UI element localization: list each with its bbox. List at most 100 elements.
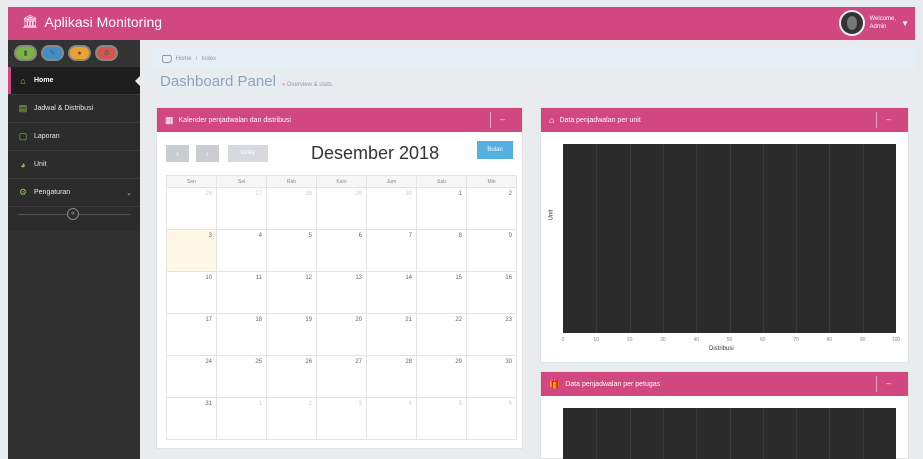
calendar-week-row: 17 18 19 20 21 22 23 [166, 313, 517, 356]
chart-gridline [662, 408, 664, 459]
chevron-down-icon: ⌄ [126, 189, 132, 197]
calendar-day-cell[interactable]: 11 [216, 271, 267, 314]
calendar-day-cell[interactable]: 30 [366, 187, 417, 230]
sidebar-item-laporan[interactable]: ▢ Laporan [8, 123, 140, 151]
chart-x-tick-label: 50 [726, 337, 733, 343]
calendar-day-cell[interactable]: 29 [316, 187, 367, 230]
breadcrumb-home-link[interactable]: Home [176, 56, 192, 62]
sidebar-item-jadwal[interactable]: ▤ Jadwal & Distribusi [8, 95, 140, 123]
calendar-day-cell[interactable]: 14 [366, 271, 417, 314]
chart-gridline [829, 408, 831, 459]
calendar-day-cell[interactable]: 1 [216, 397, 267, 440]
collapse-widget-button[interactable]: – [490, 112, 514, 128]
sidebar-filler [8, 231, 140, 459]
calendar-day-cell[interactable]: 30 [466, 355, 517, 398]
calendar-day-cell[interactable]: 17 [166, 313, 217, 356]
gift-icon: 🎁 [549, 378, 561, 389]
calendar-week-row: 26 27 28 29 30 1 2 [166, 187, 517, 230]
calendar-day-cell[interactable]: 2 [266, 397, 317, 440]
calendar-grid: Sen Sel Rab Kam Jum Sab Min 26 27 28 29 30 1 2 3 4 5 6 7 8… [166, 175, 517, 440]
top-navbar: 🏛 Aplikasi Monitoring Welcome, Admin ▼ [8, 7, 915, 40]
cogs-icon: ⚙ [18, 187, 28, 197]
chart-gridline [596, 408, 598, 459]
calendar-today-button[interactable]: today [228, 145, 268, 162]
calendar-day-cell[interactable]: 24 [166, 355, 217, 398]
shortcut-pencil-button[interactable]: ✎ [41, 45, 64, 61]
sidebar-item-label: Home [34, 77, 54, 84]
user-greeting: Welcome, Admin [870, 15, 897, 31]
collapse-widget-button[interactable]: – [876, 376, 900, 392]
calendar-day-cell[interactable]: 1 [416, 187, 467, 230]
calendar-day-cell[interactable]: 27 [216, 187, 267, 230]
calendar-day-cell[interactable]: 5 [416, 397, 467, 440]
calendar-day-cell[interactable]: 28 [366, 355, 417, 398]
calendar-toolbar: ‹ › today Desember 2018 Bulan [166, 141, 513, 165]
calendar-day-cell[interactable]: 27 [316, 355, 367, 398]
calendar-day-cell[interactable]: 3 [166, 229, 217, 272]
calendar-day-cell[interactable]: 8 [416, 229, 467, 272]
calendar-day-cell[interactable]: 22 [416, 313, 467, 356]
calendar-day-cell[interactable]: 18 [216, 313, 267, 356]
sidebar-shortcuts: ▮ ✎ ● ⚙ [8, 40, 140, 67]
calendar-day-cell[interactable]: 16 [466, 271, 517, 314]
calendar-day-cell[interactable]: 31 [166, 397, 217, 440]
dashboard-icon: ◕ [20, 159, 26, 170]
calendar-day-cell[interactable]: 5 [266, 229, 317, 272]
calendar-day-cell[interactable]: 20 [316, 313, 367, 356]
calendar-day-cell[interactable]: 4 [366, 397, 417, 440]
calendar-day-cell[interactable]: 29 [416, 355, 467, 398]
sidebar-item-home[interactable]: ⌂ Home [8, 67, 141, 95]
collapse-widget-button[interactable]: – [876, 112, 900, 128]
sidebar-item-pengaturan[interactable]: ⚙ Pengaturan ⌄ [8, 179, 140, 207]
app-title: Aplikasi Monitoring [44, 14, 163, 30]
chart-gridline [596, 144, 598, 333]
sidebar: ▮ ✎ ● ⚙ ⌂ Home ▤ Jadwal & Distribusi ▢ L… [8, 40, 141, 459]
calendar-month-view-button[interactable]: Bulan [477, 141, 513, 159]
calendar-day-cell[interactable]: 2 [466, 187, 517, 230]
calendar-widget: ▦ Kalender penjadwalan dan distribusi – … [156, 107, 523, 449]
calendar-weekday: Sen [166, 175, 217, 188]
caret-down-icon: ▼ [901, 18, 909, 28]
chart-gridline [729, 144, 731, 333]
calendar-day-cell[interactable]: 25 [216, 355, 267, 398]
calendar-next-button[interactable]: › [196, 145, 219, 162]
signal-icon: ▮ [23, 50, 28, 57]
calendar-day-cell[interactable]: 6 [316, 229, 367, 272]
chart-gridline [796, 408, 798, 459]
chart-xlabel: Distribusi [709, 346, 734, 352]
calendar-day-cell[interactable]: 10 [166, 271, 217, 314]
calendar-day-cell[interactable]: 19 [266, 313, 317, 356]
calendar-day-cell[interactable]: 21 [366, 313, 417, 356]
chart-ylabel: Unit [548, 209, 555, 221]
calendar-day-cell[interactable]: 7 [366, 229, 417, 272]
shortcut-cogs-button[interactable]: ⚙ [95, 45, 118, 61]
calendar-day-cell[interactable]: 15 [416, 271, 467, 314]
chart-x-tick-label: 90 [859, 337, 866, 343]
calendar-month-title: Desember 2018 [311, 143, 440, 163]
calendar-day-cell[interactable]: 26 [266, 355, 317, 398]
app-brand[interactable]: 🏛 Aplikasi Monitoring [22, 14, 162, 30]
calendar-day-cell[interactable]: 28 [266, 187, 317, 230]
calendar-day-cell[interactable]: 6 [466, 397, 517, 440]
chart-widget-unit-header: ⌂ Data penjadwalan per unit – [541, 108, 908, 132]
calendar-day-cell[interactable]: 3 [316, 397, 367, 440]
sidebar-item-label: Laporan [34, 133, 60, 140]
calendar-day-cell[interactable]: 13 [316, 271, 367, 314]
calendar-prev-button[interactable]: ‹ [166, 145, 189, 162]
chart-gridline [629, 408, 631, 459]
calendar-day-cell[interactable]: 12 [266, 271, 317, 314]
collapse-sidebar-button[interactable]: « [67, 208, 79, 220]
calendar-day-cell[interactable]: 26 [166, 187, 217, 230]
page-subtitle: » Overview & stats [281, 82, 332, 88]
calendar-day-cell[interactable]: 9 [466, 229, 517, 272]
breadcrumb-current: Index [201, 56, 217, 62]
calendar-day-cell[interactable]: 4 [216, 229, 267, 272]
home-icon: ⌂ [549, 115, 555, 125]
shortcut-signal-button[interactable]: ▮ [14, 45, 37, 61]
calendar-day-cell[interactable]: 23 [466, 313, 517, 356]
user-menu[interactable]: Welcome, Admin ▼ [838, 10, 909, 36]
chart-widget-unit: ⌂ Data penjadwalan per unit – Unit 0 10 20… [540, 107, 909, 363]
shortcut-users-button[interactable]: ● [68, 45, 91, 61]
page-header: Dashboard Panel » Overview & stats [160, 73, 332, 90]
sidebar-item-unit[interactable]: ◕ Unit [8, 151, 140, 179]
